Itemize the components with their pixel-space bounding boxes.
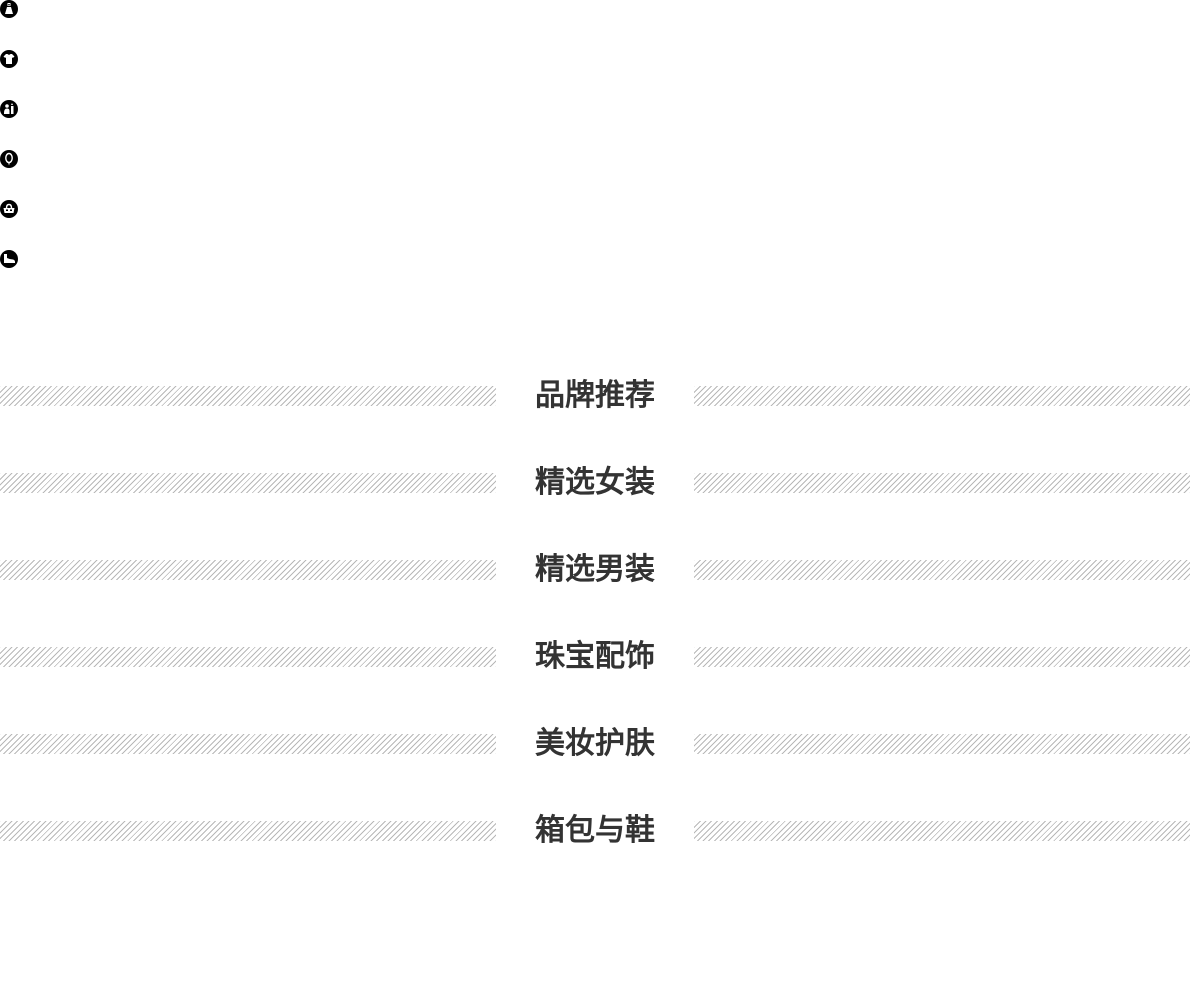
decorative-stripe-left: [0, 647, 496, 667]
section-title-text: 精选男装: [535, 552, 655, 587]
decorative-stripe-left: [0, 560, 496, 580]
section-title-women: 精选女装: [0, 463, 1190, 503]
section-title-text: 美妆护肤: [535, 726, 655, 761]
decorative-stripe-right: [694, 647, 1190, 667]
decorative-stripe-left: [0, 734, 496, 754]
bag-icon[interactable]: [0, 200, 18, 218]
section-title-text: 珠宝配饰: [535, 639, 655, 674]
section-title-text: 品牌推荐: [535, 378, 655, 413]
decorative-stripe-right: [694, 734, 1190, 754]
decorative-stripe-left: [0, 386, 496, 406]
ring-icon[interactable]: [0, 100, 18, 118]
decorative-stripe-left: [0, 473, 496, 493]
section-title-text: 精选女装: [535, 465, 655, 500]
decorative-stripe-right: [694, 821, 1190, 841]
section-title-men: 精选男装: [0, 550, 1190, 590]
section-title-text: 箱包与鞋: [535, 813, 655, 848]
section-title-bags-shoes: 箱包与鞋: [0, 811, 1190, 851]
section-title-brand: 品牌推荐: [0, 376, 1190, 416]
gem-icon[interactable]: [0, 150, 18, 168]
decorative-stripe-left: [0, 821, 496, 841]
dress-icon[interactable]: [0, 0, 18, 18]
decorative-stripe-right: [694, 386, 1190, 406]
shoe-icon[interactable]: [0, 250, 18, 268]
section-title-beauty: 美妆护肤: [0, 724, 1190, 764]
decorative-stripe-right: [694, 473, 1190, 493]
section-title-jewelry: 珠宝配饰: [0, 637, 1190, 677]
decorative-stripe-right: [694, 560, 1190, 580]
tshirt-icon[interactable]: [0, 50, 18, 68]
